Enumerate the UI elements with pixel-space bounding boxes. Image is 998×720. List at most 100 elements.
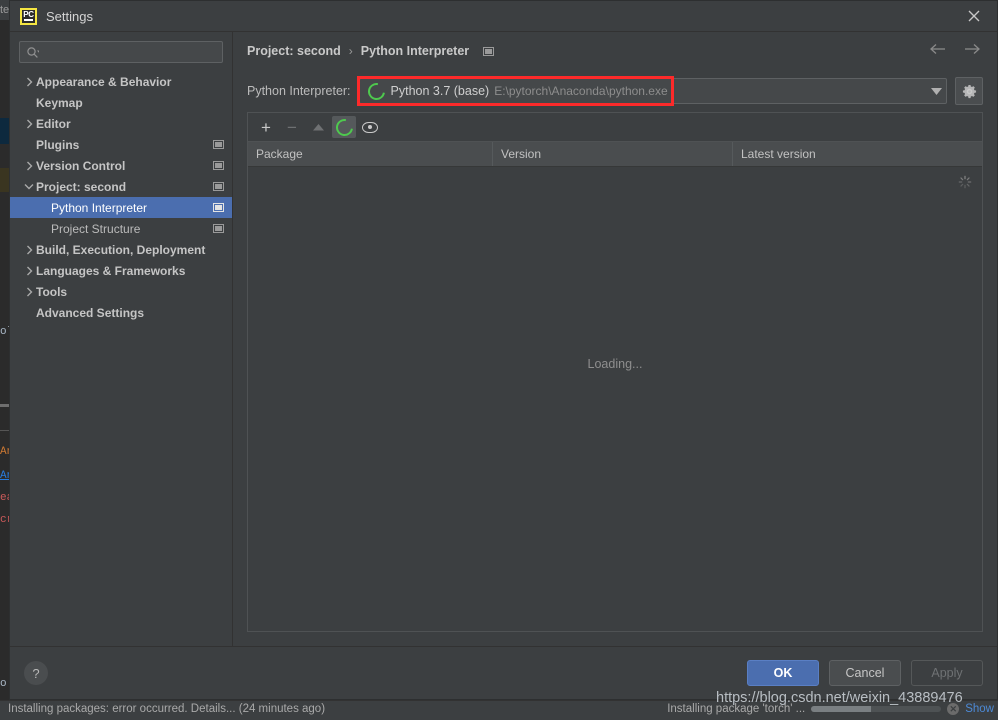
sidebar-item-label: Python Interpreter <box>51 200 148 215</box>
interpreter-row: Python Interpreter: Python 3.7 (base) E:… <box>247 70 983 112</box>
background-selection-highlight <box>0 168 9 192</box>
minus-icon: − <box>287 117 297 137</box>
eye-icon <box>362 121 378 133</box>
project-scope-icon <box>213 203 224 212</box>
breadcrumb-page: Python Interpreter <box>360 44 470 58</box>
column-header-package[interactable]: Package <box>248 142 493 166</box>
triangle-up-icon <box>312 124 324 131</box>
loading-text: Loading... <box>587 357 643 371</box>
sidebar-item-python-interpreter[interactable]: Python Interpreter <box>10 197 232 218</box>
status-message-right: Installing package 'torch' ... <box>667 703 806 715</box>
interpreter-select[interactable]: Python 3.7 (base) E:\pytorch\Anaconda\py… <box>358 78 947 104</box>
dialog-action-buttons: OK Cancel Apply <box>747 660 983 686</box>
plus-icon: + <box>261 117 271 137</box>
show-link[interactable]: Show <box>965 703 994 715</box>
interpreter-label: Python Interpreter: <box>247 84 351 98</box>
chevron-down-icon[interactable] <box>923 84 942 98</box>
breadcrumb-project[interactable]: Project: second <box>247 44 341 58</box>
sidebar-item-tools[interactable]: Tools <box>10 281 232 302</box>
status-message-left[interactable]: Installing packages: error occurred. Det… <box>8 703 325 715</box>
interpreter-settings-button[interactable] <box>955 77 983 105</box>
breadcrumb-separator: › <box>348 44 353 58</box>
packages-panel: + − Package Version Latest version Loadi… <box>247 112 983 632</box>
sidebar-item-label: Editor <box>36 116 71 131</box>
dialog-title: Settings <box>46 8 93 24</box>
sidebar-item-version-control[interactable]: Version Control <box>10 155 232 176</box>
sidebar-item-advanced-settings[interactable]: Advanced Settings <box>10 302 232 323</box>
background-selection-highlight <box>0 118 9 144</box>
cancel-button[interactable]: Cancel <box>829 660 901 686</box>
sidebar-item-label: Tools <box>36 284 68 299</box>
arrow-left-icon[interactable] <box>929 42 947 56</box>
chevron-right-icon[interactable] <box>22 77 36 87</box>
chevron-right-icon[interactable] <box>22 161 36 171</box>
packages-table-body: Loading... <box>248 167 982 631</box>
column-header-version[interactable]: Version <box>493 142 733 166</box>
project-scope-icon <box>213 140 224 149</box>
add-package-button[interactable]: + <box>254 116 278 138</box>
sidebar-item-keymap[interactable]: Keymap <box>10 92 232 113</box>
sidebar-item-label: Languages & Frameworks <box>36 263 186 278</box>
conda-ring-icon <box>332 115 356 139</box>
stop-icon[interactable]: ✕ <box>947 703 960 715</box>
progress-bar <box>811 706 942 712</box>
close-icon[interactable] <box>965 7 983 25</box>
apply-button: Apply <box>911 660 983 686</box>
sidebar-item-languages-frameworks[interactable]: Languages & Frameworks <box>10 260 232 281</box>
search-icon <box>27 46 39 58</box>
chevron-right-icon[interactable] <box>22 287 36 297</box>
search-box[interactable] <box>19 41 223 63</box>
navigation-arrows <box>929 42 981 56</box>
sidebar-item-label: Project Structure <box>51 221 141 236</box>
sidebar-item-label: Advanced Settings <box>36 305 145 320</box>
interpreter-name: Python 3.7 (base) <box>390 84 490 98</box>
sidebar-item-label: Version Control <box>36 158 126 173</box>
sidebar-item-editor[interactable]: Editor <box>10 113 232 134</box>
project-scope-icon <box>213 224 224 233</box>
help-button[interactable]: ? <box>24 661 48 685</box>
packages-toolbar: + − <box>248 113 982 141</box>
sidebar-item-label: Build, Execution, Deployment <box>36 242 206 257</box>
sidebar-item-label: Keymap <box>36 95 83 110</box>
pycharm-logo-text: PC <box>23 9 34 19</box>
arrow-right-icon[interactable] <box>963 42 981 56</box>
upgrade-package-button[interactable] <box>306 116 330 138</box>
sidebar-item-build-execution-deployment[interactable]: Build, Execution, Deployment <box>10 239 232 260</box>
sidebar-item-project-structure[interactable]: Project Structure <box>10 218 232 239</box>
chevron-down-icon[interactable] <box>22 183 36 190</box>
settings-dialog: PC Settings Appearance & Behavior Keymap… <box>9 0 998 700</box>
dialog-body: Appearance & Behavior Keymap Editor Plugins… <box>10 32 997 646</box>
project-scope-icon <box>483 46 495 56</box>
sidebar-item-appearance-behavior[interactable]: Appearance & Behavior <box>10 71 232 92</box>
sidebar-search-wrapper <box>10 32 232 69</box>
show-early-releases-button[interactable] <box>358 116 382 138</box>
conda-ring-icon <box>364 79 388 103</box>
search-input[interactable] <box>43 45 216 59</box>
chevron-right-icon[interactable] <box>22 119 36 129</box>
pycharm-logo-icon: PC <box>20 7 37 25</box>
settings-tree: Appearance & Behavior Keymap Editor Plugins… <box>10 69 232 646</box>
sidebar-item-label: Project: second <box>36 179 127 194</box>
chevron-right-icon[interactable] <box>22 245 36 255</box>
column-header-latest-version[interactable]: Latest version <box>733 142 982 166</box>
background-scrollbar-thumb <box>0 404 9 407</box>
dialog-title-bar: PC Settings <box>10 1 997 32</box>
loading-spinner-icon <box>958 175 972 189</box>
sidebar-item-label: Plugins <box>36 137 80 152</box>
remove-package-button[interactable]: − <box>280 116 304 138</box>
sidebar-item-label: Appearance & Behavior <box>36 74 172 89</box>
status-progress-area: Installing package 'torch' ... ✕ Show <box>667 703 994 715</box>
ok-button[interactable]: OK <box>747 660 819 686</box>
project-scope-icon <box>213 161 224 170</box>
interpreter-path: E:\pytorch\Anaconda\python.exe <box>494 84 668 98</box>
chevron-right-icon[interactable] <box>22 266 36 276</box>
breadcrumb: Project: second › Python Interpreter <box>247 32 983 70</box>
progress-bar-fill <box>811 706 872 712</box>
conda-packages-button[interactable] <box>332 115 356 139</box>
sidebar-item-plugins[interactable]: Plugins <box>10 134 232 155</box>
packages-table-header: Package Version Latest version <box>248 141 982 167</box>
ide-status-bar: Installing packages: error occurred. Det… <box>0 700 998 720</box>
settings-content: Project: second › Python Interpreter Pyt… <box>233 32 997 646</box>
sidebar-item-project-second[interactable]: Project: second <box>10 176 232 197</box>
project-scope-icon <box>213 182 224 191</box>
